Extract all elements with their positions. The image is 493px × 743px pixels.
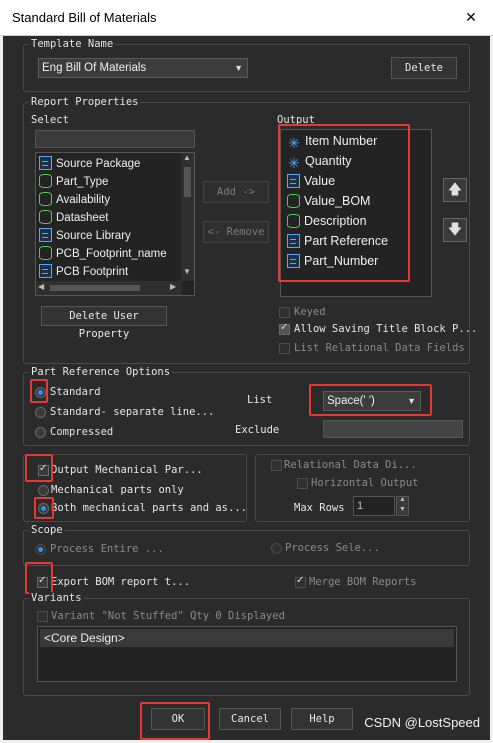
ok-highlight — [140, 702, 210, 740]
cancel-button[interactable]: Cancel — [219, 708, 281, 730]
standard-separate-radio[interactable] — [35, 407, 46, 418]
standard-highlight — [30, 379, 48, 403]
process-selection-radio[interactable] — [271, 543, 282, 554]
list-item[interactable]: Datasheet — [39, 210, 108, 228]
delete-template-button[interactable]: Delete — [391, 57, 457, 79]
list-item[interactable]: Availability — [39, 192, 110, 210]
compressed-radio[interactable] — [35, 427, 46, 438]
watermark: CSDN @LostSpeed — [364, 715, 480, 730]
part-reference-label: Part Reference Options — [29, 366, 173, 378]
horizontal-output-checkbox[interactable] — [297, 478, 308, 489]
standard-label: Standard — [50, 386, 101, 398]
add-button[interactable]: Add -> — [203, 181, 269, 203]
cylinder-icon — [39, 192, 52, 206]
spin-down-icon[interactable]: ▼ — [399, 506, 406, 513]
report-properties-label: Report Properties — [29, 96, 141, 108]
max-rows-spinner[interactable]: ▲ ▼ — [396, 496, 409, 516]
title-bar: Standard Bill of Materials ✕ — [0, 0, 493, 36]
list-item[interactable]: PCB Footprint — [39, 264, 128, 282]
both-mechanical-highlight — [34, 497, 54, 519]
standard-separate-label: Standard- separate line... — [50, 406, 215, 418]
max-rows-input[interactable]: 1 — [353, 496, 395, 516]
scroll-down-icon[interactable]: ▼ — [183, 267, 191, 276]
help-button[interactable]: Help — [291, 708, 353, 730]
export-bom-highlight — [25, 562, 53, 594]
horizontal-output-label: Horizontal Output — [311, 477, 419, 489]
list-item[interactable]: <Core Design> — [40, 629, 454, 647]
select-filter-input[interactable] — [35, 130, 195, 148]
cylinder-icon — [39, 246, 52, 260]
delete-user-property-button[interactable]: Delete User Property — [41, 306, 167, 340]
doc-icon — [39, 228, 52, 242]
process-entire-radio[interactable] — [35, 544, 46, 555]
scroll-thumb[interactable] — [184, 167, 191, 197]
variants-list[interactable]: <Core Design> — [37, 626, 457, 682]
doc-icon — [39, 156, 52, 170]
process-selection-label: Process Sele... — [285, 542, 380, 554]
doc-icon — [39, 264, 52, 278]
list-item[interactable]: Source Library — [39, 228, 131, 246]
list-relational-checkbox[interactable] — [279, 343, 290, 354]
keyed-label: Keyed — [294, 306, 326, 318]
max-rows-label: Max Rows — [294, 502, 345, 514]
arrow-up-icon: 🡅 — [447, 181, 463, 197]
allow-saving-label: Allow Saving Title Block P... — [294, 323, 478, 335]
list-item[interactable]: Part_Type — [39, 174, 108, 192]
keyed-checkbox[interactable] — [279, 307, 290, 318]
list-label: List — [247, 394, 273, 406]
list-item[interactable]: PCB_Footprint_name — [39, 246, 167, 264]
exclude-input[interactable] — [323, 420, 463, 438]
allow-saving-checkbox[interactable] — [279, 322, 290, 335]
dialog-body: Template Name Eng Bill Of Materials ▼ De… — [3, 36, 490, 740]
cylinder-icon — [39, 210, 52, 224]
output-mechanical-label: Output Mechanical Par... — [51, 464, 203, 476]
select-list[interactable]: Source Package Part_Type Availability Da… — [35, 152, 195, 296]
merge-bom-checkbox[interactable] — [295, 575, 306, 588]
list-highlight — [309, 384, 432, 416]
mechanical-only-label: Mechanical parts only — [51, 484, 184, 496]
merge-bom-label: Merge BOM Reports — [309, 576, 417, 588]
template-select-value: Eng Bill Of Materials — [42, 62, 147, 74]
exclude-label: Exclude — [235, 424, 280, 436]
max-rows-value: 1 — [357, 500, 364, 512]
mechanical-only-radio[interactable] — [38, 485, 49, 496]
scroll-up-icon[interactable]: ▲ — [183, 153, 191, 162]
not-stuffed-checkbox[interactable] — [37, 611, 48, 622]
relational-label: Relational Data Di... — [284, 459, 417, 471]
export-bom-label: Export BOM report t... — [51, 576, 191, 588]
arrow-down-icon: 🡇 — [447, 221, 463, 237]
scope-label: Scope — [29, 524, 65, 536]
relational-checkbox[interactable] — [271, 460, 282, 471]
move-down-button[interactable]: 🡇 — [443, 218, 467, 242]
scroll-right-icon[interactable]: ▶ — [170, 282, 176, 291]
select-list-hscroll[interactable]: ◀ ▶ — [36, 281, 182, 295]
scroll-left-icon[interactable]: ◀ — [38, 282, 44, 291]
select-label: Select — [31, 114, 69, 126]
not-stuffed-label: Variant "Not Stuffed" Qty 0 Displayed — [51, 610, 285, 622]
cylinder-icon — [39, 174, 52, 188]
spin-up-icon[interactable]: ▲ — [399, 496, 406, 503]
close-icon[interactable]: ✕ — [459, 6, 483, 28]
select-list-vscroll[interactable]: ▲ ▼ — [181, 153, 194, 281]
list-relational-label: List Relational Data Fields — [294, 342, 465, 354]
output-mechanical-highlight — [25, 454, 53, 482]
window-title: Standard Bill of Materials — [12, 10, 157, 25]
list-item[interactable]: Source Package — [39, 156, 140, 174]
variants-label: Variants — [29, 592, 84, 604]
move-up-button[interactable]: 🡅 — [443, 178, 467, 202]
process-entire-label: Process Entire ... — [50, 543, 164, 555]
template-group-label: Template Name — [29, 38, 116, 50]
remove-button[interactable]: <- Remove — [203, 221, 269, 243]
compressed-label: Compressed — [50, 426, 114, 438]
hscroll-thumb[interactable] — [50, 285, 140, 291]
chevron-down-icon: ▼ — [234, 63, 243, 73]
output-highlight — [278, 124, 410, 282]
both-mechanical-label: Both mechanical parts and as... — [51, 502, 247, 514]
template-select[interactable]: Eng Bill Of Materials ▼ — [38, 58, 248, 78]
